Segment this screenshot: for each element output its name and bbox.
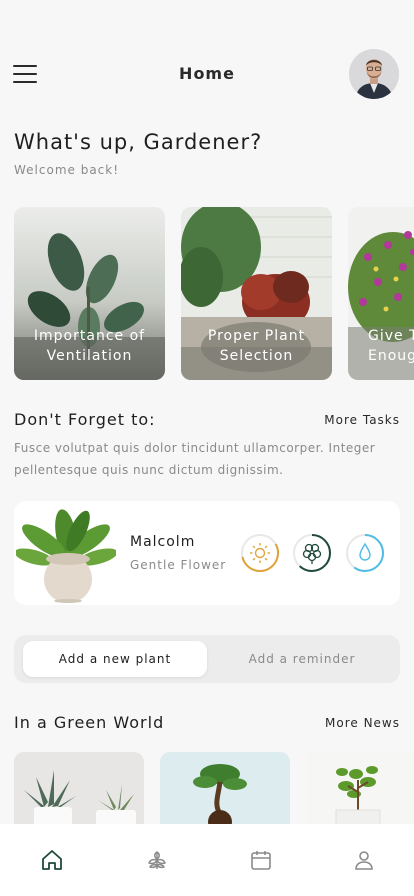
news-carousel[interactable] <box>14 752 414 827</box>
fertilizer-indicator[interactable] <box>292 533 332 573</box>
featured-card-title: Importance of Ventilation <box>33 328 146 364</box>
home-icon <box>42 850 62 870</box>
sunlight-indicator[interactable] <box>240 533 280 573</box>
more-tasks-link[interactable]: More Tasks <box>324 413 400 427</box>
greeting-title: What's up, Gardener? <box>14 130 263 154</box>
bottom-nav <box>0 824 414 896</box>
avatar[interactable] <box>349 49 399 99</box>
featured-card-title: Proper Plant Selection <box>207 328 306 364</box>
plant-image <box>14 507 118 603</box>
news-title: In a Green World <box>14 713 165 732</box>
water-indicator[interactable] <box>345 533 385 573</box>
sun-icon <box>250 543 270 563</box>
greeting-subtitle: Welcome back! <box>14 163 120 177</box>
nav-profile[interactable] <box>352 848 376 872</box>
news-header: In a Green World More News <box>14 713 400 732</box>
featured-card[interactable]: Importance of Ventilation <box>14 207 165 380</box>
add-reminder-button[interactable]: Add a reminder <box>210 641 394 677</box>
fertilizer-icon <box>302 543 322 564</box>
more-news-link[interactable]: More News <box>325 716 400 730</box>
plant-type: Gentle Flower <box>130 558 227 572</box>
featured-card[interactable]: Give T Enoug <box>348 207 414 380</box>
tasks-description: Fusce volutpat quis dolor tincidunt ulla… <box>14 441 376 477</box>
featured-carousel[interactable]: Importance of Ventilation Proper Plant S… <box>14 207 414 380</box>
tasks-header: Don't Forget to: More Tasks <box>14 410 400 429</box>
nav-home[interactable] <box>40 848 64 872</box>
plant-name: Malcolm <box>130 534 196 550</box>
header: Home <box>0 44 414 104</box>
nav-calendar[interactable] <box>249 848 273 872</box>
plant-card[interactable]: Malcolm Gentle Flower <box>14 501 400 605</box>
profile-icon <box>355 851 373 870</box>
news-card[interactable] <box>306 752 414 827</box>
action-segmented-control: Add a new plant Add a reminder <box>14 635 400 683</box>
nav-plants[interactable] <box>145 848 169 872</box>
featured-card-title: Give T Enoug <box>368 328 414 364</box>
tasks-title: Don't Forget to: <box>14 410 156 429</box>
news-card[interactable] <box>14 752 144 827</box>
calendar-icon <box>251 851 271 870</box>
add-plant-button[interactable]: Add a new plant <box>23 641 207 677</box>
water-drop-icon <box>359 542 371 561</box>
featured-card[interactable]: Proper Plant Selection <box>181 207 332 380</box>
leaf-icon <box>148 851 166 869</box>
news-card[interactable] <box>160 752 290 827</box>
